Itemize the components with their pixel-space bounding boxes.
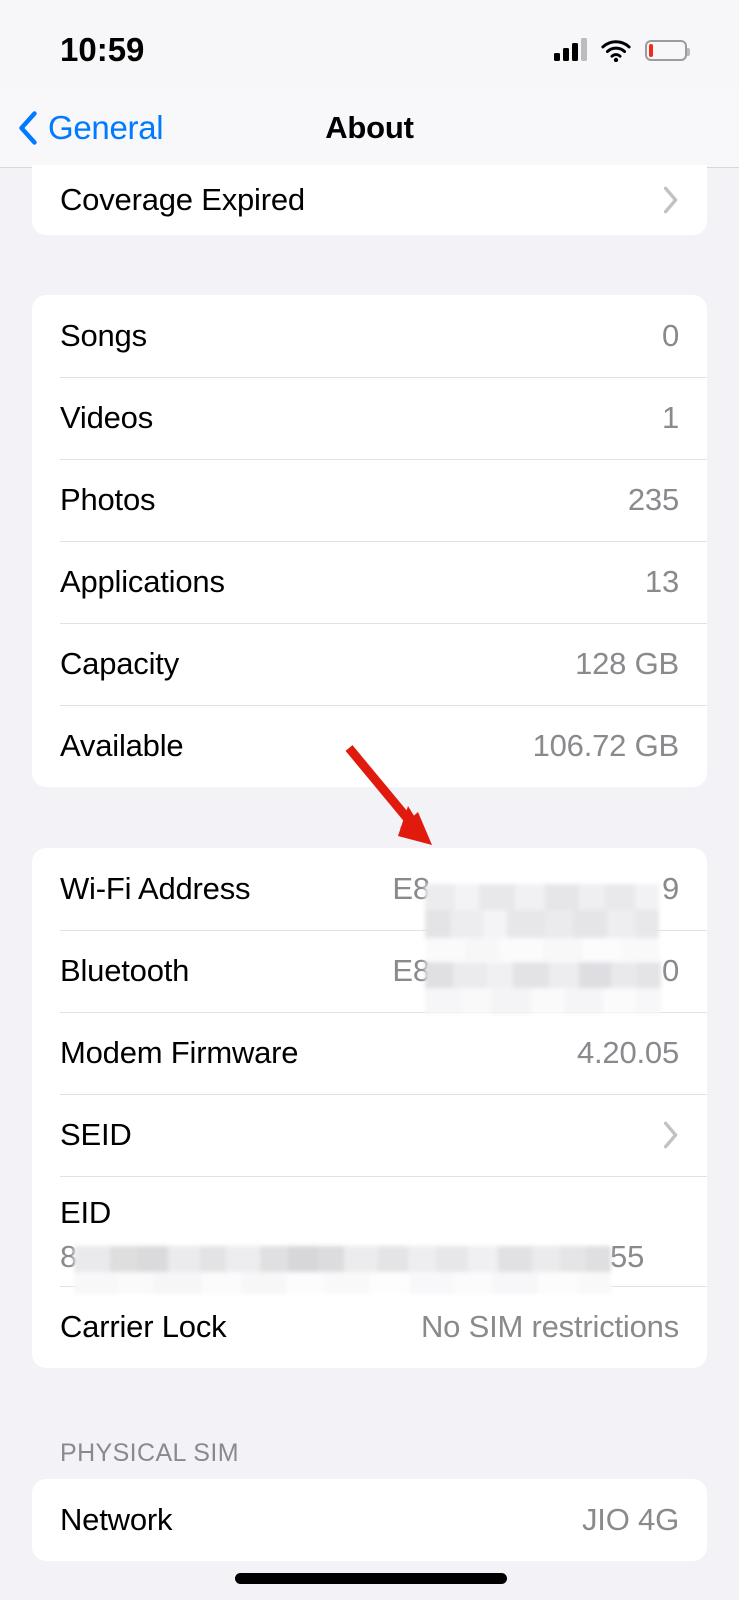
row-label: Capacity bbox=[60, 646, 180, 681]
wifi-icon bbox=[601, 39, 631, 62]
row-value: 128 GB bbox=[575, 646, 679, 681]
row-label: Carrier Lock bbox=[60, 1309, 227, 1344]
row-value-prefix: 8 bbox=[60, 1239, 78, 1274]
row-seid[interactable]: SEID bbox=[32, 1094, 707, 1176]
row-value: 235 bbox=[627, 482, 679, 517]
row-label: Modem Firmware bbox=[60, 1035, 299, 1070]
row-songs[interactable]: Songs 0 bbox=[32, 295, 707, 377]
row-applications[interactable]: Applications 13 bbox=[32, 541, 707, 623]
row-value: 8 55 bbox=[60, 1239, 644, 1275]
row-label: Photos bbox=[60, 482, 156, 517]
row-label: EID bbox=[60, 1195, 112, 1230]
row-value: E8 9 bbox=[392, 871, 679, 907]
row-label: Bluetooth bbox=[60, 953, 190, 988]
status-bar-indicators bbox=[554, 38, 690, 62]
row-label: Available bbox=[60, 728, 184, 763]
cellular-bars-icon bbox=[554, 38, 587, 61]
group-physical-sim: Network JIO 4G bbox=[32, 1479, 707, 1561]
row-label: Videos bbox=[60, 400, 154, 435]
row-capacity[interactable]: Capacity 128 GB bbox=[32, 623, 707, 705]
row-value-suffix: 55 bbox=[610, 1239, 645, 1274]
row-label: Network bbox=[60, 1502, 173, 1537]
group-storage: Songs 0 Videos 1 Photos 235 Applications… bbox=[32, 295, 707, 787]
group-coverage: Coverage Expired bbox=[32, 165, 707, 235]
status-bar-clock: 10:59 bbox=[60, 31, 145, 68]
row-value-suffix: 0 bbox=[661, 953, 679, 988]
row-value: No SIM restrictions bbox=[420, 1309, 679, 1344]
home-indicator[interactable] bbox=[235, 1573, 507, 1584]
row-coverage-expired[interactable]: Coverage Expired bbox=[32, 165, 707, 235]
iphone-screen: 10:59 General About Coverage Expired Son… bbox=[0, 0, 739, 1600]
row-photos[interactable]: Photos 235 bbox=[32, 459, 707, 541]
row-wifi-address[interactable]: Wi-Fi Address E8 9 bbox=[32, 848, 707, 930]
row-value-prefix: E8 bbox=[392, 871, 430, 906]
chevron-right-icon bbox=[663, 186, 678, 214]
settings-scroll-view[interactable]: Coverage Expired Songs 0 Videos 1 Photos… bbox=[0, 165, 739, 1600]
row-bluetooth-address[interactable]: Bluetooth E8 0 bbox=[32, 930, 707, 1012]
row-label: SEID bbox=[60, 1117, 132, 1152]
row-modem-firmware[interactable]: Modem Firmware 4.20.05 bbox=[32, 1012, 707, 1094]
row-label: Coverage Expired bbox=[60, 182, 305, 217]
row-eid[interactable]: EID 8 55 bbox=[32, 1176, 707, 1286]
row-value: 4.20.05 bbox=[576, 1035, 679, 1070]
status-bar: 10:59 bbox=[0, 0, 739, 88]
row-carrier-lock[interactable]: Carrier Lock No SIM restrictions bbox=[32, 1286, 707, 1368]
row-value: JIO 4G bbox=[582, 1502, 679, 1537]
row-videos[interactable]: Videos 1 bbox=[32, 377, 707, 459]
row-available[interactable]: Available 106.72 GB bbox=[32, 705, 707, 787]
row-value-suffix: 9 bbox=[661, 871, 679, 906]
row-value: 106.72 GB bbox=[532, 728, 680, 763]
row-value: E8 0 bbox=[392, 953, 679, 989]
row-value-prefix: E8 bbox=[392, 953, 430, 988]
group-identifiers: Wi-Fi Address E8 9 Bluetooth E8 0 Modem Fi… bbox=[32, 848, 707, 1368]
row-value: 0 bbox=[661, 318, 679, 353]
chevron-right-icon bbox=[663, 1121, 678, 1149]
group-header-physical-sim: PHYSICAL SIM bbox=[60, 1439, 239, 1467]
battery-low-icon bbox=[645, 39, 690, 61]
row-label: Wi-Fi Address bbox=[60, 871, 251, 906]
row-network[interactable]: Network JIO 4G bbox=[32, 1479, 707, 1561]
navigation-bar: General About bbox=[0, 88, 739, 168]
page-title: About bbox=[325, 110, 414, 145]
row-value: 1 bbox=[661, 400, 679, 435]
row-value: 13 bbox=[644, 564, 679, 599]
row-label: Applications bbox=[60, 564, 225, 599]
row-label: Songs bbox=[60, 318, 147, 353]
